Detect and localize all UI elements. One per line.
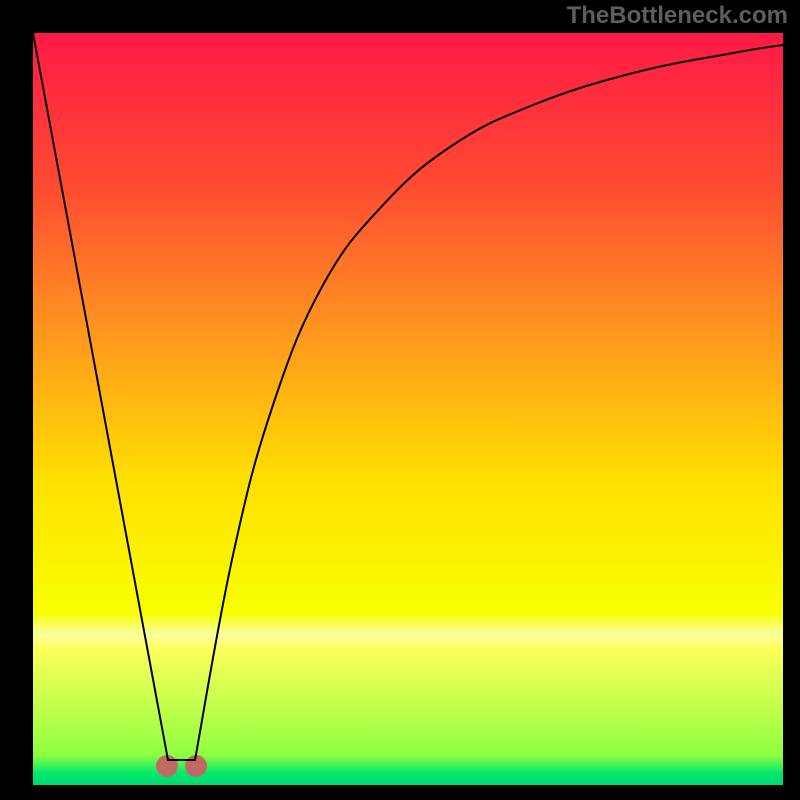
chart-frame: TheBottleneck.com: [0, 0, 800, 800]
chart-svg: [33, 33, 783, 785]
watermark-label: TheBottleneck.com: [567, 2, 788, 30]
plot-area: [33, 33, 783, 785]
gradient-background: [33, 33, 783, 785]
